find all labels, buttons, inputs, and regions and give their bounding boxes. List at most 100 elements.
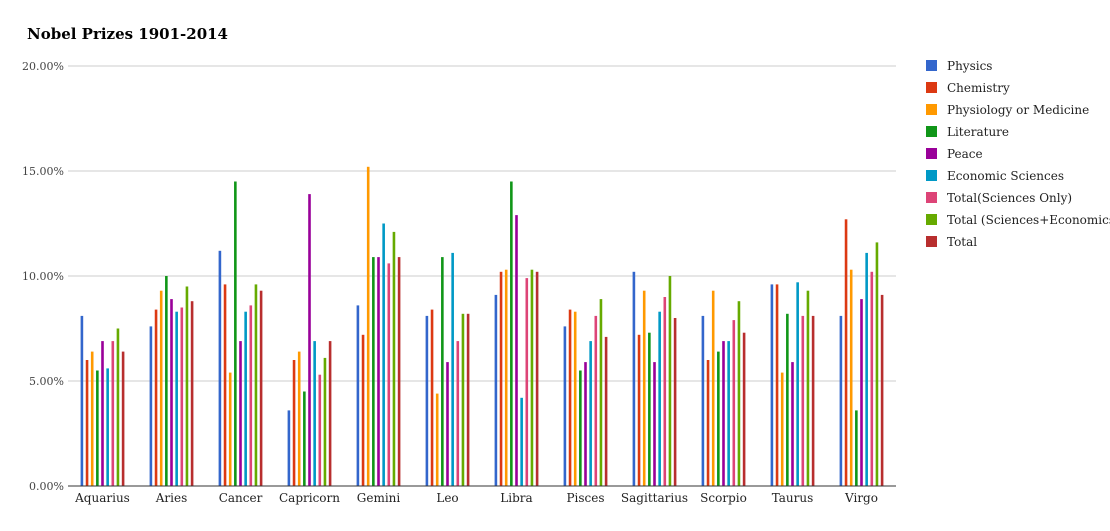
legend-swatch	[926, 60, 937, 71]
bar-sagittarius-8	[673, 318, 677, 486]
bar-leo-2	[435, 393, 439, 486]
bar-virgo-6	[870, 271, 874, 486]
bar-pisces-3	[579, 370, 582, 486]
bar-pisces-0	[563, 326, 567, 486]
bar-aquarius-0	[80, 315, 84, 486]
bar-aries-1	[154, 309, 158, 486]
bar-gemini-2	[366, 166, 370, 487]
bar-sagittarius-7	[668, 276, 672, 486]
bar-virgo-5	[865, 252, 868, 486]
bar-cancer-2	[228, 372, 232, 486]
legend-label: Total(Sciences Only)	[947, 191, 1072, 205]
bar-libra-3	[510, 181, 513, 486]
bar-capricorn-5	[313, 341, 316, 486]
bar-aries-0	[149, 326, 153, 486]
bar-taurus-8	[811, 315, 815, 486]
bar-taurus-7	[806, 290, 810, 486]
bar-taurus-6	[801, 315, 805, 486]
bar-scorpio-4	[722, 341, 725, 486]
bar-taurus-1	[775, 284, 779, 486]
x-category-label: Gemini	[357, 491, 401, 505]
bar-leo-4	[446, 362, 449, 486]
x-category-label: Leo	[436, 491, 458, 505]
bar-cancer-8	[259, 290, 263, 486]
bar-capricorn-8	[328, 341, 332, 486]
bar-gemini-1	[361, 334, 365, 486]
x-category-label: Aries	[155, 491, 188, 505]
bar-capricorn-4	[308, 194, 311, 486]
legend-label: Total (Sciences+Economics)	[947, 213, 1110, 227]
bar-aries-6	[180, 307, 184, 486]
bar-gemini-8	[397, 257, 401, 486]
bar-leo-7	[461, 313, 465, 486]
x-axis-category-labels: Aquarius Aries Cancer Capricorn Gemini Leo Lib…	[74, 491, 878, 505]
bar-virgo-0	[839, 315, 843, 486]
bar-capricorn-0	[287, 410, 291, 486]
legend-swatch	[926, 82, 937, 93]
bar-pisces-8	[604, 336, 608, 486]
bar-aquarius-7	[116, 328, 120, 486]
bar-libra-1	[499, 271, 503, 486]
bar-gemini-6	[387, 263, 391, 486]
legend-swatch	[926, 192, 937, 203]
legend-swatch	[926, 126, 937, 137]
bar-virgo-1	[844, 219, 848, 487]
bar-gemini-7	[392, 231, 396, 486]
bar-scorpio-0	[701, 315, 705, 486]
bar-aquarius-2	[90, 351, 94, 486]
bar-aries-3	[165, 276, 168, 486]
bar-libra-5	[520, 397, 523, 486]
bar-libra-7	[530, 269, 534, 486]
y-tick-label: 15.00%	[22, 165, 64, 178]
legend: Physics Chemistry Physiology or Medicine Li…	[926, 59, 1110, 249]
x-category-label: Aquarius	[74, 491, 130, 505]
legend-swatch	[926, 170, 937, 181]
x-category-label: Taurus	[772, 491, 814, 505]
bar-aquarius-6	[111, 341, 115, 486]
bar-scorpio-7	[737, 301, 741, 486]
bars	[80, 166, 884, 487]
x-category-label: Cancer	[219, 491, 263, 505]
legend-swatch	[926, 236, 937, 247]
bar-cancer-3	[234, 181, 237, 486]
bar-cancer-4	[239, 341, 242, 486]
y-tick-label: 10.00%	[22, 270, 64, 283]
bar-gemini-0	[356, 305, 360, 486]
bar-pisces-2	[573, 311, 577, 486]
legend-swatch	[926, 148, 937, 159]
bar-sagittarius-6	[663, 297, 667, 486]
bar-sagittarius-2	[642, 290, 646, 486]
y-axis-tick-labels: 0.00% 5.00% 10.00% 15.00% 20.00%	[22, 60, 64, 493]
bar-leo-1	[430, 309, 434, 486]
bar-gemini-4	[377, 257, 380, 486]
x-category-label: Scorpio	[700, 491, 747, 505]
bar-taurus-5	[796, 282, 799, 486]
bar-aquarius-1	[85, 360, 89, 486]
bar-scorpio-8	[742, 332, 746, 486]
bar-sagittarius-3	[648, 332, 651, 486]
bar-leo-3	[441, 257, 444, 486]
bar-cancer-0	[218, 250, 222, 486]
y-tick-label: 0.00%	[29, 480, 64, 493]
legend-label: Total	[947, 235, 977, 249]
x-category-label: Virgo	[844, 491, 878, 505]
bar-sagittarius-0	[632, 271, 636, 486]
bar-scorpio-6	[732, 320, 736, 486]
bar-pisces-1	[568, 309, 572, 486]
bar-aries-8	[190, 301, 194, 486]
bar-capricorn-3	[303, 391, 306, 486]
legend-label: Peace	[947, 147, 983, 161]
bar-aquarius-5	[106, 368, 109, 486]
bar-libra-2	[504, 269, 508, 486]
legend-label: Physiology or Medicine	[947, 103, 1089, 117]
bar-virgo-7	[875, 242, 879, 486]
y-tick-label: 20.00%	[22, 60, 64, 73]
bar-sagittarius-4	[653, 362, 656, 486]
bar-capricorn-2	[297, 351, 301, 486]
bar-scorpio-1	[706, 360, 710, 486]
bar-leo-5	[451, 252, 454, 486]
bar-virgo-3	[855, 410, 858, 486]
y-tick-label: 5.00%	[29, 375, 64, 388]
bar-gemini-3	[372, 257, 375, 486]
bar-taurus-3	[786, 313, 789, 486]
